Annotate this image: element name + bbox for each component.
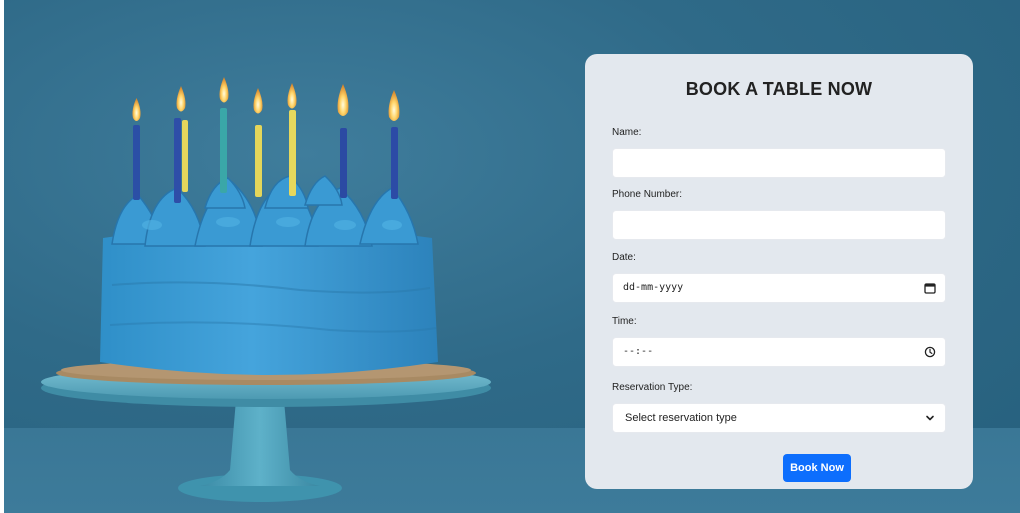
date-input[interactable]: dd-mm-yyyy — [612, 273, 946, 303]
reservation-type-label: Reservation Type: — [612, 382, 693, 393]
candle-flames — [132, 77, 400, 121]
stand-stem — [200, 400, 320, 486]
phone-field-group: Phone Number: — [612, 189, 946, 240]
cake-body — [100, 226, 438, 375]
frosting-swirls — [111, 175, 419, 247]
phone-input[interactable] — [612, 210, 946, 240]
date-field-group: Date: dd-mm-yyyy — [612, 252, 946, 303]
time-placeholder: --:-- — [623, 346, 654, 357]
time-label: Time: — [612, 316, 637, 327]
booking-form: BOOK A TABLE NOW Name: Phone Number: Dat… — [585, 54, 973, 489]
candles — [133, 108, 398, 203]
date-label: Date: — [612, 252, 636, 263]
name-input[interactable] — [612, 148, 946, 178]
reservation-type-select[interactable]: Select reservation type — [612, 403, 946, 433]
name-field-group: Name: — [612, 127, 946, 178]
chevron-down-icon — [926, 415, 934, 421]
date-placeholder: dd-mm-yyyy — [623, 282, 684, 293]
time-field-group: Time: --:-- — [612, 316, 946, 367]
book-now-button[interactable]: Book Now — [783, 454, 851, 482]
cake-illustration — [41, 77, 491, 502]
clock-icon[interactable] — [924, 346, 936, 358]
form-title: BOOK A TABLE NOW — [685, 79, 873, 99]
phone-label: Phone Number: — [612, 189, 683, 200]
reservation-type-field-group: Reservation Type: Select reservation typ… — [612, 382, 946, 433]
time-input[interactable]: --:-- — [612, 337, 946, 367]
calendar-icon[interactable] — [924, 282, 936, 294]
reservation-type-selected: Select reservation type — [625, 412, 737, 424]
page: BOOK A TABLE NOW Name: Phone Number: Dat… — [0, 0, 1020, 513]
name-label: Name: — [612, 127, 642, 138]
